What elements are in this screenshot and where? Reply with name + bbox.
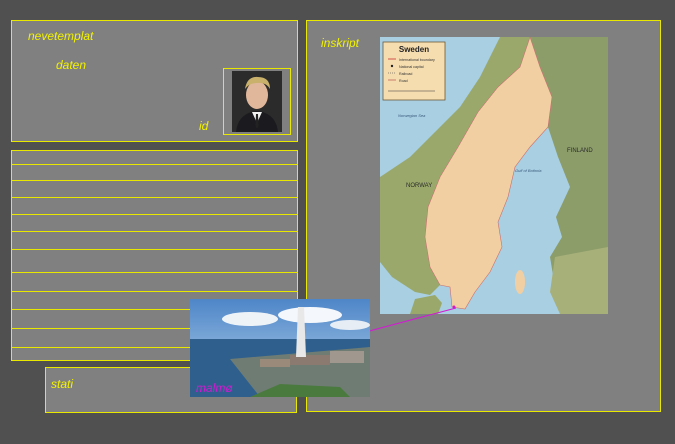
map-label-norway: NORWAY <box>406 183 432 189</box>
malmo-marker <box>452 305 456 309</box>
id-label: id <box>199 119 209 133</box>
list-row[interactable] <box>12 214 297 215</box>
list-row[interactable] <box>12 180 297 181</box>
legend-item: Railroad <box>399 72 412 76</box>
portrait-thumbnail[interactable] <box>223 68 291 135</box>
map-title: Sweden <box>399 45 429 54</box>
header-panel: nevetemplat daten id <box>11 20 298 142</box>
inscription-label: inskript <box>321 36 360 50</box>
list-row[interactable] <box>12 164 297 165</box>
list-row[interactable] <box>12 231 297 232</box>
map-label-finland: FINLAND <box>567 148 593 154</box>
list-row[interactable] <box>12 249 297 250</box>
list-row[interactable] <box>12 272 297 273</box>
baltic-landmass <box>550 247 608 314</box>
list-row[interactable] <box>12 291 297 292</box>
malmo-photo[interactable]: malmø <box>190 299 370 397</box>
map-label-gulf: Gulf of Bothnia <box>515 168 542 173</box>
sweden-map-image[interactable]: Sweden International boundary National c… <box>380 37 608 314</box>
legend-item: National capital <box>399 65 424 69</box>
status-label: stati <box>51 377 74 391</box>
legend-item: Road <box>399 79 408 83</box>
panel-title: nevetemplat <box>28 29 94 43</box>
photo-caption: malmø <box>196 381 233 395</box>
map-label-sea: Norwegian Sea <box>398 113 426 118</box>
list-row[interactable] <box>12 197 297 198</box>
date-label: daten <box>56 58 87 72</box>
person-portrait-icon <box>232 71 282 132</box>
legend-item: International boundary <box>399 58 435 62</box>
gotland-island <box>515 270 525 294</box>
